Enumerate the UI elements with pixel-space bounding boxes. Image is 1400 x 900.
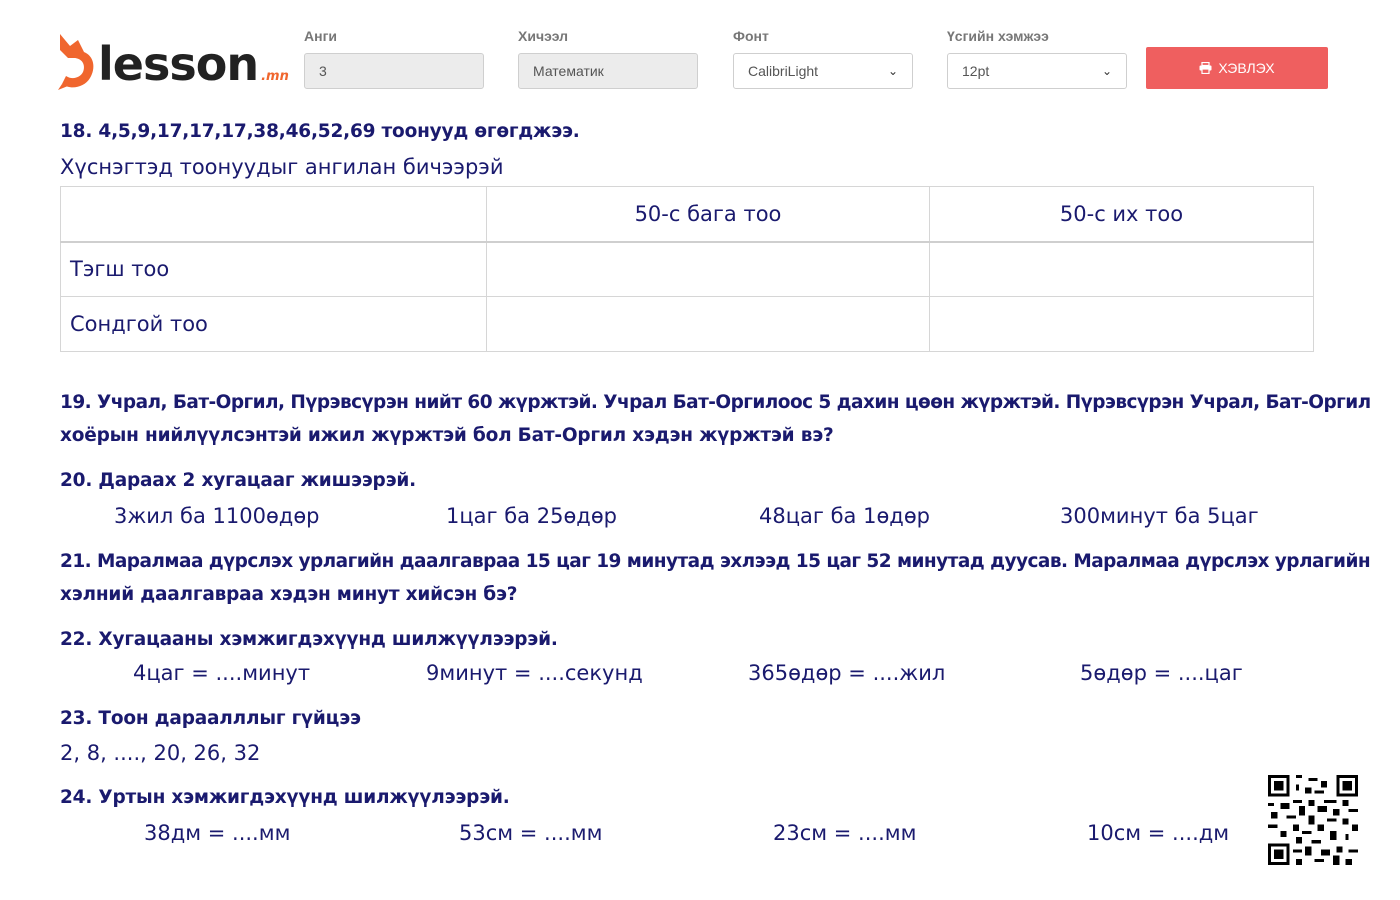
compare-item: 1цаг ба 25өдөр [446,504,617,528]
conversion-item: 5өдөр = ....цаг [1080,661,1243,685]
size-field: Үсгийн хэмжээ 12pt ⌄ [947,28,1127,89]
row-label-odd: Сондгой тоо [60,296,487,352]
print-button[interactable]: ХЭВЛЭХ [1146,47,1328,89]
lesson-logo[interactable]: lesson .mn [56,30,289,90]
length-item: 53см = ....мм [459,821,603,845]
font-field: Фонт CalibriLight ⌄ [733,28,913,89]
question-19: 19. Учрал, Бат-Оргил, Пүрэвсүрэн нийт 60… [60,386,1371,452]
worksheet: 18. 4,5,9,17,17,17,38,46,52,69 тоонууд ө… [60,115,1371,850]
subject-label: Хичээл [518,28,569,44]
grade-label: Анги [304,28,338,44]
conversion-item: 365өдөр = ....жил [748,661,946,685]
question-20-title: 20. Дараах 2 хугацааг жишээрэй. [60,470,416,491]
chevron-down-icon: ⌄ [1101,64,1112,78]
question-24-title: 24. Уртын хэмжигдэхүүнд шилжүүлээрэй. [60,787,510,808]
row-label-even: Тэгш тоо [60,241,487,297]
chevron-down-icon: ⌄ [887,64,898,78]
subject-field: Хичээл Математик [518,28,698,89]
question-21-line2: хэлний даалгавраа хэдэн минут хийсэн бэ? [60,584,518,605]
table-row: Сондгой тоо [60,296,1314,352]
grade-field: Анги 3 [304,28,484,89]
question-22-items: 4цаг = ....минут 9минут = ....секунд 365… [60,656,1314,690]
question-21: 21. Маралмаа дүрслэх урлагийн даалгавраа… [60,545,1371,611]
answer-cell[interactable] [929,241,1314,297]
question-18-title: 18. 4,5,9,17,17,17,38,46,52,69 тоонууд ө… [60,121,580,142]
size-select-value: 12pt [962,63,990,79]
subject-value: Математик [533,63,604,79]
font-select[interactable]: CalibriLight ⌄ [733,53,913,89]
question-24-items: 38дм = ....мм 53см = ....мм 23см = ....м… [60,816,1314,850]
conversion-item: 4цаг = ....минут [133,661,311,685]
classification-table: 50-с бага тоо 50-с их тоо Тэгш тоо Сондг… [60,186,1314,352]
answer-cell[interactable] [486,296,930,352]
table-header-cell: 50-с их тоо [929,186,1314,243]
grade-value: 3 [319,63,327,79]
length-item: 10см = ....дм [1087,821,1230,845]
subject-input[interactable]: Математик [518,53,698,89]
table-header-cell: 50-с бага тоо [486,186,930,243]
length-item: 38дм = ....мм [144,821,291,845]
printer-icon [1199,62,1212,74]
question-20-items: 3жил ба 1100өдөр 1цаг ба 25өдөр 48цаг ба… [60,499,1314,533]
table-header-cell [60,186,487,243]
question-21-line1: 21. Маралмаа дүрслэх урлагийн даалгавраа… [60,551,1371,572]
logo-tld: .mn [261,69,289,84]
question-18-instruction: Хүснэгтэд тоонуудыг ангилан бичээрэй [60,155,504,179]
qr-code-icon [1268,775,1358,865]
compare-item: 48цаг ба 1өдөр [759,504,930,528]
conversion-item: 9минут = ....секунд [426,661,643,685]
length-item: 23см = ....мм [773,821,917,845]
toolbar: lesson .mn Анги 3 Хичээл Математик Фонт … [0,0,1400,110]
font-label: Фонт [733,28,769,44]
grade-input[interactable]: 3 [304,53,484,89]
question-22-title: 22. Хугацааны хэмжигдэхүүнд шилжүүлээрэй… [60,629,558,650]
question-19-line1: 19. Учрал, Бат-Оргил, Пүрэвсүрэн нийт 60… [60,392,1371,413]
compare-item: 300минут ба 5цаг [1060,504,1259,528]
fox-logo-icon [58,34,94,90]
logo-text: lesson [98,37,259,91]
table-row: Тэгш тоо [60,241,1314,297]
question-19-line2: хоёрын нийлүүлсэнтэй ижил жүржтэй бол Ба… [60,425,834,446]
answer-cell[interactable] [486,241,930,297]
size-select[interactable]: 12pt ⌄ [947,53,1127,89]
question-23-title: 23. Тоон дараалллыг гүйцээ [60,708,361,729]
number-sequence: 2, 8, ...., 20, 26, 32 [60,741,261,765]
font-select-value: CalibriLight [748,63,819,79]
print-label: ХЭВЛЭХ [1218,60,1275,76]
compare-item: 3жил ба 1100өдөр [114,504,320,528]
answer-cell[interactable] [929,296,1314,352]
table-header-row: 50-с бага тоо 50-с их тоо [60,186,1314,243]
size-label: Үсгийн хэмжээ [947,28,1049,44]
